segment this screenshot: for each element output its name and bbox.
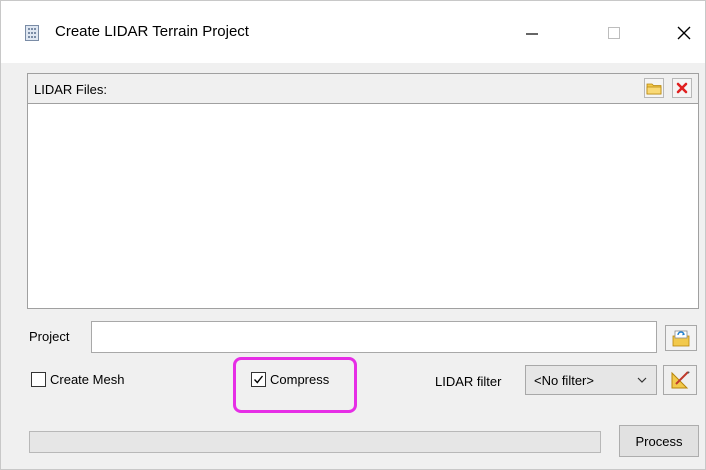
lidar-filter-dropdown[interactable]: <No filter> [525, 365, 657, 395]
lidar-files-label: LIDAR Files: [34, 82, 107, 97]
chevron-down-icon [636, 374, 648, 389]
create-mesh-label: Create Mesh [50, 372, 125, 387]
lidar-filter-value: <No filter> [534, 373, 594, 388]
project-path-input[interactable] [91, 321, 657, 353]
app-icon [25, 25, 39, 41]
maximize-button[interactable] [591, 13, 637, 53]
compress-box[interactable] [251, 372, 266, 387]
filter-edit-icon [671, 371, 690, 389]
browse-project-button[interactable] [665, 325, 697, 351]
remove-files-button[interactable] [672, 78, 692, 98]
folder-browse-icon [672, 330, 690, 347]
lidar-files-header: LIDAR Files: [28, 74, 698, 104]
close-icon [677, 26, 691, 40]
lidar-files-panel: LIDAR Files: [27, 73, 699, 309]
minimize-button[interactable] [509, 13, 555, 53]
lidar-filter-label: LIDAR filter [435, 374, 502, 389]
minimize-icon [526, 33, 538, 35]
remove-icon [676, 82, 688, 94]
project-label: Project [29, 329, 70, 344]
create-mesh-checkbox[interactable]: Create Mesh [31, 372, 124, 387]
checkmark-icon [253, 375, 264, 384]
title-bar[interactable]: Create LIDAR Terrain Project [1, 1, 705, 63]
folder-open-icon [646, 83, 662, 95]
process-button[interactable]: Process [619, 425, 699, 457]
compress-checkbox[interactable]: Compress [251, 372, 329, 387]
progress-bar [29, 431, 601, 453]
edit-filter-button[interactable] [663, 365, 697, 395]
create-lidar-dialog: Create LIDAR Terrain Project LIDAR Files… [0, 0, 706, 470]
maximize-icon [608, 27, 620, 39]
compress-label: Compress [270, 372, 330, 387]
lidar-files-list[interactable] [28, 104, 698, 308]
create-mesh-box[interactable] [31, 372, 46, 387]
window-title: Create LIDAR Terrain Project [55, 23, 249, 40]
close-button[interactable] [661, 13, 706, 53]
add-files-button[interactable] [644, 78, 664, 98]
